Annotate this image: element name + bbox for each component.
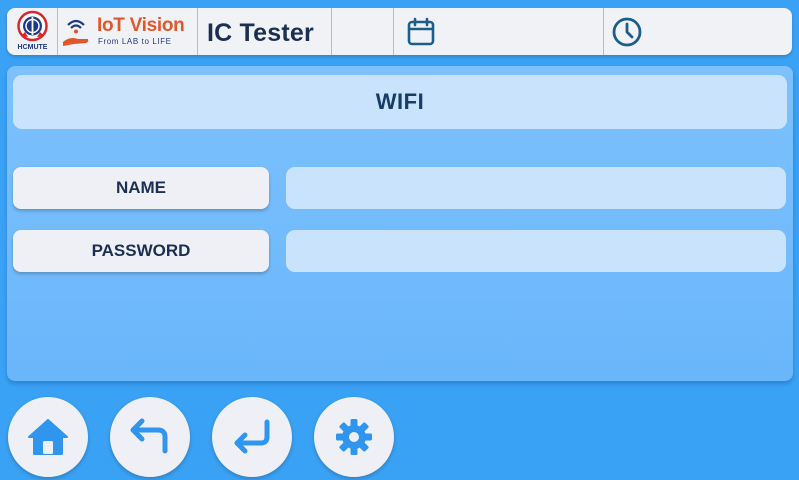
home-icon [28,419,68,455]
gear-icon [336,419,372,455]
calendar-icon [407,17,435,46]
wifi-password-input[interactable] [286,230,786,272]
wifi-name-input[interactable] [286,167,786,209]
back-button[interactable] [110,397,190,477]
hcmute-logo: HCMUTE [7,8,58,55]
header-bar: HCMUTE IoT Vision From LAB to LIFE IC Te… [7,8,792,55]
name-label: NAME [13,167,269,209]
iot-vision-logo: IoT Vision From LAB to LIFE [58,8,198,55]
time-cell [604,8,792,55]
wifi-hand-logo-icon [63,19,89,46]
brand-name: IoT Vision [97,15,185,36]
hcmute-logo-text: HCMUTE [17,44,48,51]
app-title-cell: IC Tester [198,8,332,55]
password-label: PASSWORD [13,230,269,272]
back-arrow-icon [130,418,168,454]
enter-button[interactable] [212,397,292,477]
header-blank-cell [332,8,394,55]
brand-tagline: From LAB to LIFE [98,37,172,46]
settings-button[interactable] [314,397,394,477]
wifi-settings-panel: WIFI NAME PASSWORD [7,66,793,381]
enter-return-icon [234,419,270,454]
app-title: IC Tester [207,19,314,47]
clock-icon [612,17,642,47]
panel-title: WIFI [13,75,787,129]
home-button[interactable] [8,397,88,477]
date-cell [394,8,604,55]
